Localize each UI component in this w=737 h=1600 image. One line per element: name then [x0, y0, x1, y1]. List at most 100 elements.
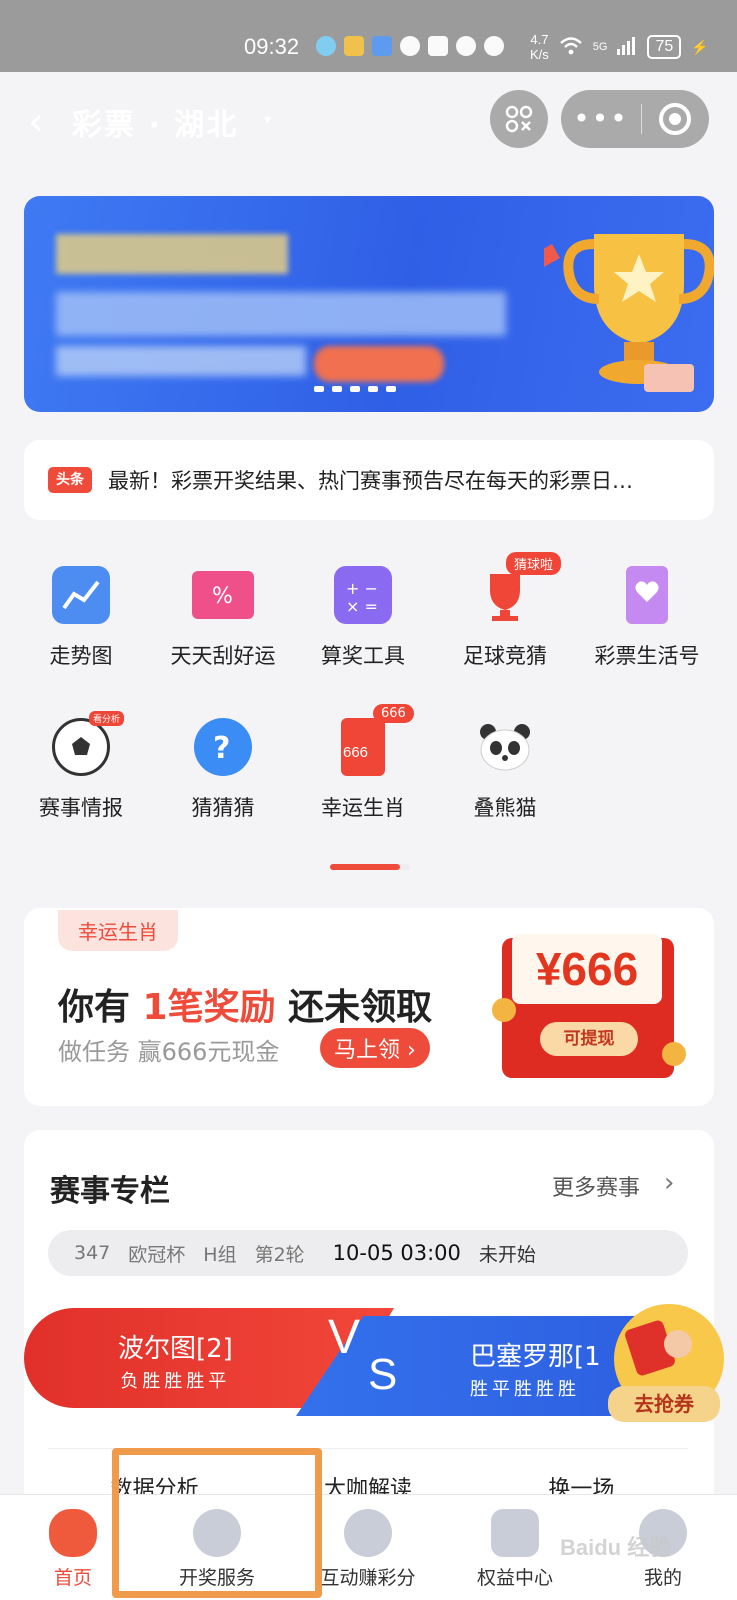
match-league: 欧冠杯 [128, 1243, 186, 1266]
trophy-illustration-icon [544, 234, 714, 392]
section-title: 赛事专栏 [50, 1174, 170, 1209]
grid-item-scratch[interactable]: % 天天刮好运 [148, 566, 298, 670]
away-team-form: 胜平胜胜胜 [470, 1379, 580, 1400]
capsule-menu: ••• [561, 90, 709, 148]
withdraw-button[interactable]: 可提现 [540, 1022, 638, 1056]
headline-text: 最新！彩票开奖结果、热门赛事预告尽在每天的彩票日… [108, 469, 633, 493]
network-speed: 4.7 K/s [530, 32, 549, 62]
tab-earn-points[interactable]: 互动赚彩分 [303, 1495, 433, 1590]
vs-letter-v: V [328, 1311, 361, 1364]
nfc-n-icon [428, 36, 448, 56]
grid-label: 走势图 [49, 644, 113, 668]
panda-icon [476, 718, 534, 776]
blurred-banner-text [56, 234, 288, 274]
grid-item-trend[interactable]: 走势图 [6, 566, 156, 670]
back-icon[interactable]: ‹ [28, 102, 58, 142]
blurred-banner-text [56, 292, 506, 336]
vs-letter-s: S [368, 1350, 398, 1399]
grid-label: 彩票生活号 [594, 644, 700, 668]
reward-card[interactable]: 幸运生肖 你有 1笔奖励 还未领取 做任务 赢666元现金 马上领 › ¥666… [24, 908, 714, 1106]
soccer-ball-icon: 看分析 [52, 711, 125, 776]
signal-icon [617, 36, 637, 58]
pagination-dot [332, 386, 342, 392]
grid-item-intel[interactable]: 看分析 赛事情报 [6, 711, 156, 822]
region-dropdown-icon[interactable]: ▾ [264, 112, 271, 128]
alarm-icon [456, 36, 476, 56]
tab-label: 权益中心 [476, 1567, 553, 1589]
reward-title-post: 还未领取 [275, 987, 433, 1028]
grid-item-panda[interactable]: 叠熊猫 [430, 718, 580, 822]
close-button[interactable] [642, 103, 708, 135]
more-button[interactable]: ••• [561, 90, 641, 148]
nfc-icon [400, 36, 420, 56]
battery-level: 75 [647, 35, 682, 59]
headline-badge: 头条 [48, 467, 92, 493]
grid-label: 天天刮好运 [170, 644, 276, 668]
scratch-ticket-icon: % [192, 571, 254, 619]
trend-chart-icon [52, 566, 110, 624]
match-time: 10-05 03:00 [332, 1241, 461, 1265]
match-info-bar: 347 欧冠杯 H组 第2轮 10-05 03:00 未开始 [48, 1230, 688, 1276]
grid-item-football[interactable]: 猜球啦 足球竞猜 [430, 552, 580, 670]
svg-text:+ −: + − [346, 579, 378, 598]
close-target-icon [659, 103, 691, 135]
status-bar: 09:32 4.7 K/s 5G 75 ⚡ [0, 0, 737, 72]
planet-icon [344, 1509, 392, 1557]
grid-item-zodiac[interactable]: 666 666 幸运生肖 [288, 704, 438, 822]
reward-title: 你有 1笔奖励 还未领取 [58, 978, 432, 1030]
headphone-icon [484, 36, 504, 56]
home-team: 波尔图[2] 负胜胜胜平 [118, 1328, 233, 1393]
grid-label: 叠熊猫 [473, 796, 537, 820]
reward-title-pre: 你有 [58, 987, 143, 1028]
match-round: 第2轮 [254, 1243, 305, 1266]
match-group: H组 [203, 1243, 237, 1266]
pagination-dot [314, 386, 324, 392]
grid-item-life[interactable]: 彩票生活号 [572, 566, 722, 670]
grab-coupon-label: 去抢券 [608, 1386, 720, 1422]
grid-tag: 看分析 [89, 711, 125, 726]
tab-label: 我的 [643, 1567, 682, 1589]
envelope-amount: ¥666 [512, 934, 662, 1004]
grid-label: 足球竞猜 [463, 644, 547, 668]
chevron-right-icon[interactable]: › [664, 1168, 674, 1198]
grid-label: 算奖工具 [321, 644, 405, 668]
pagination-dot [350, 386, 360, 392]
banner-pagination [314, 386, 396, 392]
tab-label: 互动赚彩分 [320, 1567, 416, 1589]
status-app-icons [316, 36, 504, 56]
pagination-dot [368, 386, 378, 392]
coin-icon [662, 1042, 686, 1066]
svg-text:%: % [212, 584, 233, 609]
more-matches-link[interactable]: 更多赛事 [552, 1170, 640, 1202]
charging-icon: ⚡ [691, 38, 709, 55]
status-time: 09:32 [244, 34, 300, 59]
claim-now-button[interactable]: 马上领 › [320, 1028, 430, 1068]
reward-tag: 幸运生肖 [58, 910, 178, 951]
grid-item-calculator[interactable]: + − × = 算奖工具 [288, 566, 438, 670]
news-ticker[interactable]: 头条 最新！彩票开奖结果、热门赛事预告尽在每天的彩票日… [24, 440, 714, 520]
red-envelope[interactable]: ¥666 可提现 [492, 934, 686, 1078]
scan-icon [505, 105, 533, 133]
blurred-banner-button [314, 346, 444, 382]
home-team-name: 波尔图[2] [118, 1334, 233, 1364]
home-team-form: 负胜胜胜平 [120, 1371, 231, 1392]
mini-program-navbar: ‹ 彩票 · 湖北 ▾ ••• [0, 72, 737, 182]
red-packet-hand-icon [625, 1320, 692, 1376]
grid-label: 猜猜猜 [191, 796, 255, 820]
coupon-badge[interactable]: 去抢券 [600, 1296, 730, 1426]
scan-button[interactable] [490, 90, 548, 148]
promo-banner[interactable] [24, 196, 714, 412]
app-notification-icon [344, 36, 364, 56]
grid-tag: 猜球啦 [506, 552, 562, 575]
watermark: Baidu 经验 [560, 1535, 672, 1560]
grid-label: 赛事情报 [39, 796, 123, 820]
status-right: 4.7 K/s 5G 75 ⚡ [530, 32, 709, 62]
home-mascot-icon [49, 1509, 97, 1557]
grid-item-guess[interactable]: ? 猜猜猜 [148, 718, 298, 822]
speed-value: 4.7 [530, 32, 549, 47]
app-notification-icon [372, 36, 392, 56]
page-title[interactable]: 彩票 · 湖北 [72, 100, 238, 144]
question-bubble-icon: ? [194, 718, 252, 776]
grid-label: 幸运生肖 [321, 796, 405, 820]
blurred-banner-text [56, 346, 306, 376]
